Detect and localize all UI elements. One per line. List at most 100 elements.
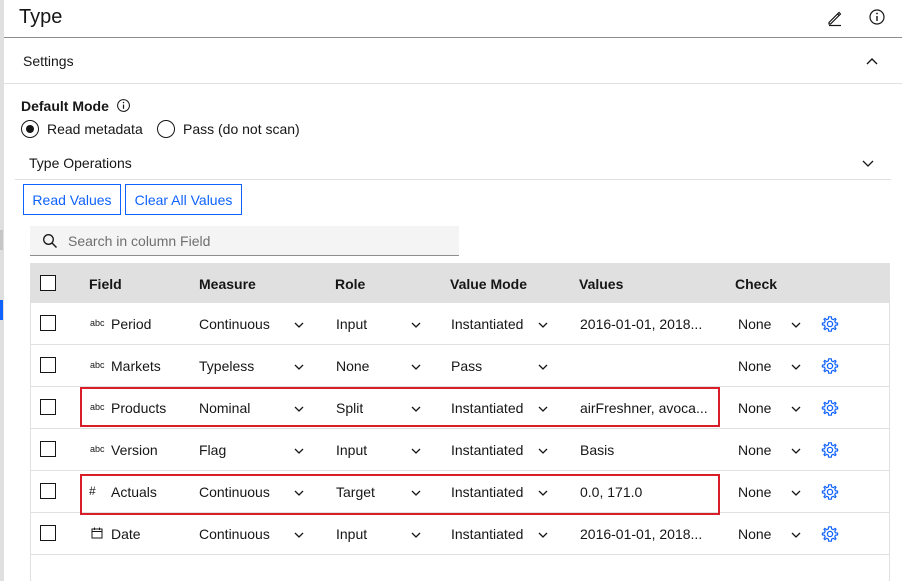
measure-value: Nominal [199,400,251,416]
row-checkbox[interactable] [40,483,56,499]
chevron-down-icon[interactable] [293,360,305,372]
role-value: Split [336,400,364,416]
row-checkbox[interactable] [40,315,56,331]
chevron-down-icon[interactable] [410,402,422,414]
radio-label: Read metadata [47,121,143,137]
chevron-down-icon[interactable] [537,402,549,414]
chevron-down-icon[interactable] [293,444,305,456]
chevron-down-icon[interactable] [537,444,549,456]
column-header-values[interactable]: Values [579,276,623,292]
panel-header: Type [4,0,902,38]
chevron-down-icon[interactable] [293,318,305,330]
role-value: Target [336,484,375,500]
field-name: Products [111,400,167,416]
check-value: None [738,316,772,332]
role-value: Input [336,526,368,542]
table-row[interactable]: Date Continuous Input Instantiated 2016-01-0… [31,513,889,555]
default-mode-label: Default Mode [21,98,109,114]
search-input[interactable] [68,226,453,255]
table-row[interactable]: abc Version Flag Input Instantiated Basis None [31,429,889,471]
row-checkbox[interactable] [40,441,56,457]
page-title: Type [19,6,63,28]
chevron-down-icon[interactable] [293,528,305,540]
column-header-field[interactable]: Field [89,276,122,292]
chevron-down-icon[interactable] [790,402,802,414]
fields-table: Field Measure Role Value Mode Values Che… [30,263,890,581]
gear-icon[interactable] [821,315,839,333]
chevron-down-icon[interactable] [293,402,305,414]
check-value: None [738,484,772,500]
radio-label: Pass (do not scan) [183,121,300,137]
info-icon[interactable] [868,8,886,26]
row-checkbox[interactable] [40,525,56,541]
field-name: Markets [111,358,161,374]
value-mode-value: Instantiated [451,400,524,416]
value-mode-value: Instantiated [451,442,524,458]
check-value: None [738,526,772,542]
chevron-down-icon[interactable] [790,360,802,372]
measure-value: Continuous [199,484,270,500]
row-checkbox[interactable] [40,357,56,373]
field-name: Version [111,442,158,458]
gear-icon[interactable] [821,441,839,459]
column-header-role[interactable]: Role [335,276,365,292]
gear-icon[interactable] [821,399,839,417]
row-checkbox[interactable] [40,399,56,415]
chevron-down-icon[interactable] [293,486,305,498]
chevron-down-icon[interactable] [537,318,549,330]
radio-pass[interactable]: Pass (do not scan) [157,120,300,138]
table-row[interactable]: abc Period Continuous Input Instantiated 2016… [31,303,889,345]
settings-label: Settings [23,53,74,69]
type-operations-label: Type Operations [29,155,132,171]
chevron-down-icon[interactable] [410,444,422,456]
values-value: 2016-01-01, 2018... [580,526,703,542]
field-name: Date [111,526,141,542]
field-name: Period [111,316,152,332]
chevron-down-icon[interactable] [537,528,549,540]
chevron-down-icon[interactable] [790,318,802,330]
check-value: None [738,358,772,374]
values-value: airFreshner, avoca... [580,400,708,416]
text-type-icon: abc [90,402,105,412]
read-values-button[interactable]: Read Values [23,184,121,215]
chevron-down-icon[interactable] [537,486,549,498]
table-row[interactable]: abc Products Nominal Split Instantiated airFr… [31,387,889,429]
search-box [30,226,459,256]
info-icon[interactable] [116,98,131,113]
role-value: None [336,358,370,374]
measure-value: Typeless [199,358,255,374]
select-all-checkbox[interactable] [40,275,56,291]
table-row[interactable]: # Actuals Continuous Target Instantiated 0.0,… [31,471,889,513]
column-header-measure[interactable]: Measure [199,276,256,292]
type-operations-accordion[interactable]: Type Operations [15,146,891,180]
chevron-down-icon[interactable] [790,486,802,498]
value-mode-value: Instantiated [451,316,524,332]
pencil-icon[interactable] [826,9,844,27]
chevron-down-icon[interactable] [410,486,422,498]
table-header: Field Measure Role Value Mode Values Che… [31,263,889,303]
values-value: 0.0, 171.0 [580,484,643,500]
values-value: 2016-01-01, 2018... [580,316,703,332]
measure-value: Continuous [199,316,270,332]
gear-icon[interactable] [821,525,839,543]
table-row[interactable]: abc Markets Typeless None Pass None [31,345,889,387]
clear-all-values-button[interactable]: Clear All Values [125,184,242,215]
column-header-check[interactable]: Check [735,276,777,292]
radio-unselected-circle [157,120,175,138]
value-mode-value: Instantiated [451,526,524,542]
chevron-down-icon[interactable] [410,360,422,372]
chevron-down-icon[interactable] [790,528,802,540]
gear-icon[interactable] [821,483,839,501]
gear-icon[interactable] [821,357,839,375]
chevron-down-icon[interactable] [410,528,422,540]
search-icon [43,234,57,248]
column-header-value-mode[interactable]: Value Mode [450,276,527,292]
radio-read-metadata[interactable]: Read metadata [21,120,143,138]
settings-accordion[interactable]: Settings [4,38,902,84]
radio-selected-circle [21,120,39,138]
chevron-down-icon[interactable] [537,360,549,372]
chevron-down-icon[interactable] [410,318,422,330]
number-type-icon: # [89,484,96,498]
check-value: None [738,400,772,416]
chevron-down-icon[interactable] [790,444,802,456]
